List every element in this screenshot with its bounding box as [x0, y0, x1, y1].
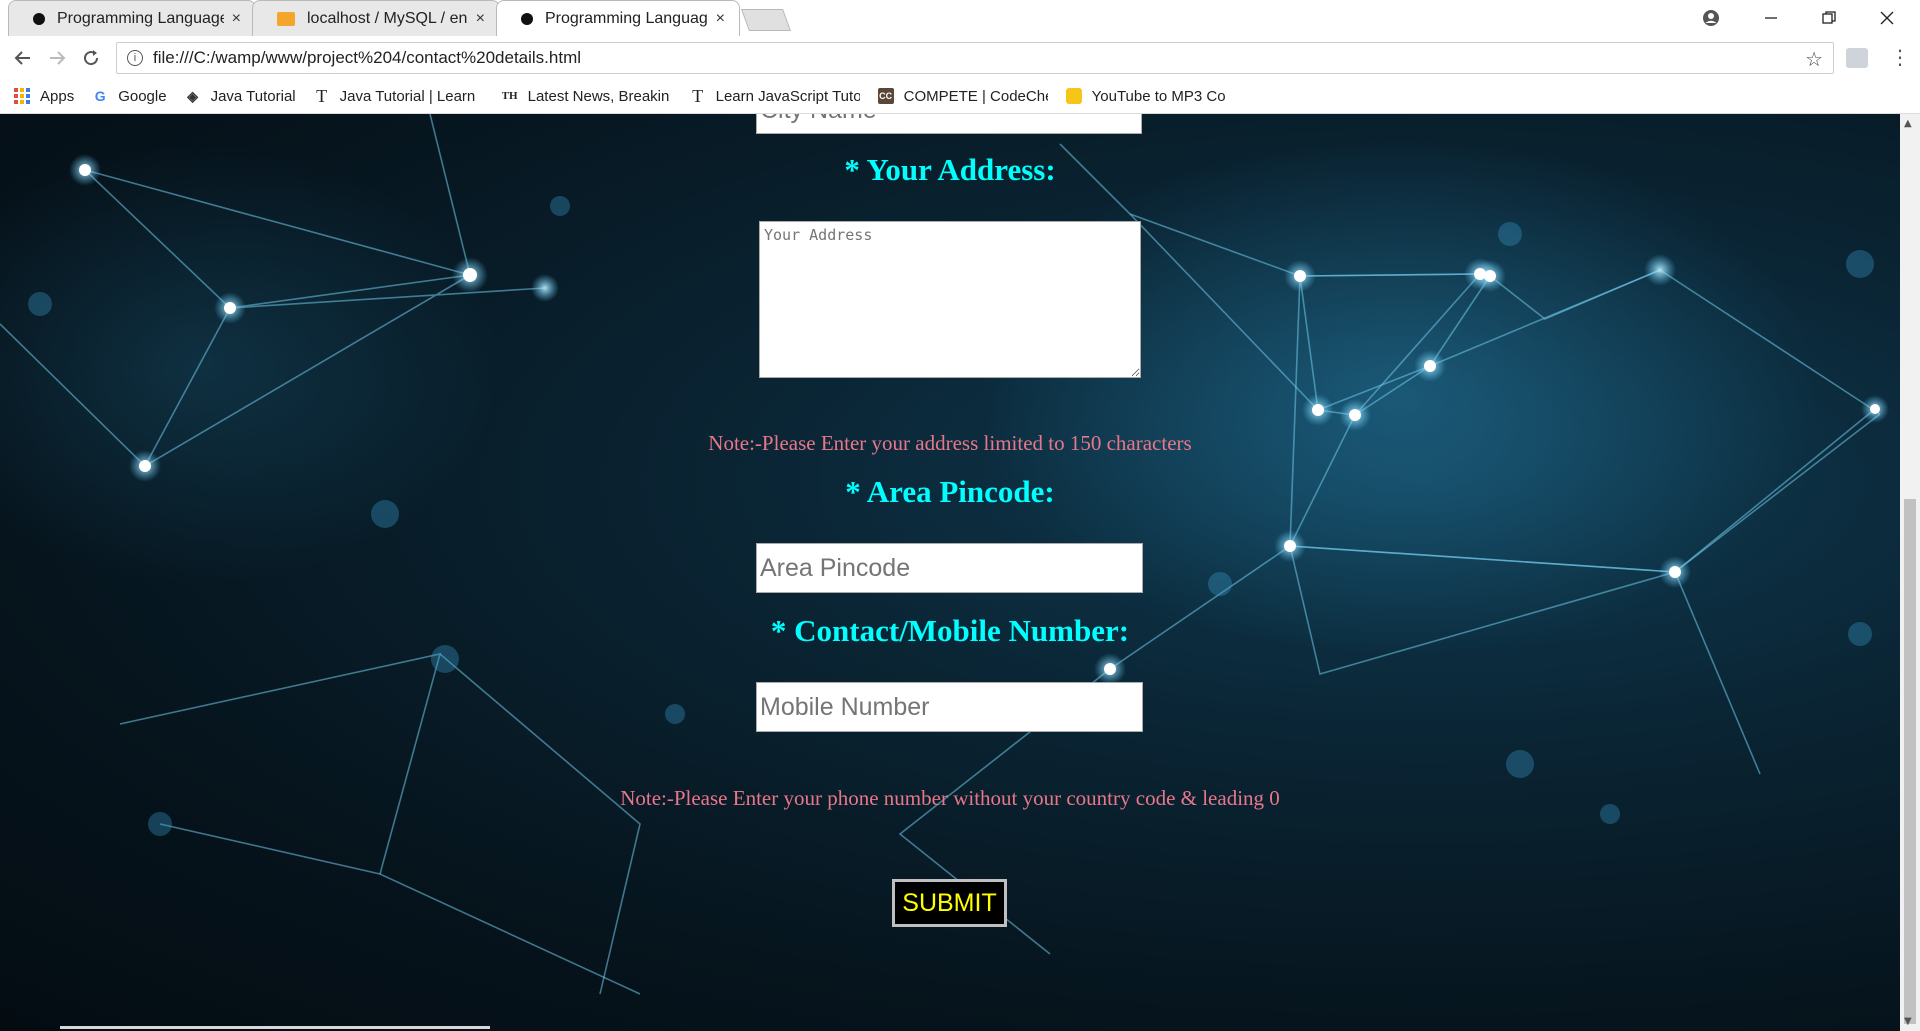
- info-icon[interactable]: i: [127, 50, 143, 66]
- vertical-scrollbar[interactable]: ▲ ▼: [1900, 114, 1920, 1031]
- page-viewport: * Your Address: Note:-Please Enter your …: [0, 114, 1900, 1031]
- tab-phpmyadmin[interactable]: localhost / MySQL / enro ×: [252, 0, 500, 36]
- tab-programming-languages-1[interactable]: Programming Languages ×: [8, 0, 256, 36]
- google-icon: G: [94, 88, 106, 104]
- bookmark-java-tutorial-learn[interactable]: T Java Tutorial | Learn: [314, 88, 484, 105]
- codechef-icon: CC: [877, 88, 894, 104]
- scroll-down-icon[interactable]: ▼: [1904, 1016, 1912, 1027]
- browser-toolbar: i file:///C:/wamp/www/project%204/contac…: [0, 37, 1920, 80]
- t-icon: T: [316, 87, 328, 105]
- city-name-input[interactable]: [756, 114, 1142, 134]
- bookmark-java-tutorial[interactable]: ◈ Java Tutorial: [185, 87, 296, 105]
- pincode-label: * Area Pincode:: [845, 474, 1055, 509]
- th-icon: TH: [501, 90, 518, 102]
- bookmark-apps[interactable]: Apps: [14, 88, 74, 105]
- java-diamond-icon: ◈: [187, 87, 198, 104]
- close-icon[interactable]: ×: [232, 10, 241, 28]
- address-label: * Your Address:: [844, 152, 1056, 187]
- bookmark-label: Learn JavaScript Tuto: [715, 87, 860, 105]
- bookmark-label: COMPETE | CodeChe: [903, 87, 1048, 105]
- phpmyadmin-icon: [277, 11, 295, 26]
- close-icon[interactable]: ×: [716, 10, 725, 28]
- tab-label: Programming Languages: [57, 9, 224, 27]
- tab-programming-languages-active[interactable]: Programming Languages ×: [496, 0, 740, 36]
- bookmark-learn-javascript[interactable]: T Learn JavaScript Tuto: [690, 88, 860, 105]
- pincode-input[interactable]: [756, 543, 1143, 593]
- apps-grid-icon: [14, 88, 30, 104]
- bookmark-star-icon[interactable]: ☆: [1805, 47, 1823, 72]
- close-window-icon[interactable]: [1858, 0, 1916, 36]
- pincode-field[interactable]: [757, 544, 1142, 592]
- address-field[interactable]: [760, 222, 1140, 377]
- tab-label: localhost / MySQL / enro: [307, 9, 468, 27]
- dot-icon: [521, 12, 533, 25]
- bookmark-label: Java Tutorial | Learn: [339, 87, 476, 105]
- bookmark-youtube-mp3[interactable]: YouTube to MP3 Co: [1065, 87, 1236, 105]
- close-icon[interactable]: ×: [476, 10, 485, 28]
- back-arrow-icon[interactable]: [8, 43, 38, 73]
- profile-icon[interactable]: [1682, 0, 1740, 36]
- mobile-input[interactable]: [756, 682, 1143, 732]
- submit-button[interactable]: SUBMIT: [892, 879, 1007, 927]
- bookmark-label: Apps: [40, 87, 75, 105]
- bookmark-label: Google: [118, 87, 167, 105]
- dot-icon: [33, 12, 45, 25]
- mobile-field[interactable]: [757, 683, 1142, 731]
- mobile-note: Note:-Please Enter your phone number wit…: [620, 786, 1280, 810]
- bookmark-latest-news[interactable]: TH Latest News, Breakin: [502, 88, 672, 105]
- bookmark-label: Latest News, Breakin: [527, 87, 670, 105]
- scroll-up-icon[interactable]: ▲: [1904, 118, 1912, 129]
- bookmarks-bar: Apps G Google ◈ Java Tutorial T Java Tut…: [0, 79, 1920, 114]
- t-icon: T: [692, 87, 704, 105]
- address-bar[interactable]: i file:///C:/wamp/www/project%204/contac…: [116, 42, 1834, 74]
- new-tab-button[interactable]: [740, 9, 792, 31]
- address-textarea[interactable]: [759, 221, 1141, 378]
- bookmark-google[interactable]: G Google: [92, 87, 167, 105]
- forward-arrow-icon[interactable]: [42, 43, 72, 73]
- scrollbar-thumb[interactable]: [1904, 499, 1916, 1024]
- extension-icon[interactable]: [1846, 48, 1868, 68]
- bookmark-codechef[interactable]: CC COMPETE | CodeChe: [877, 87, 1048, 105]
- address-note: Note:-Please Enter your address limited …: [708, 431, 1192, 455]
- city-name-field[interactable]: [757, 114, 1141, 133]
- horizontal-scrollbar[interactable]: [60, 1026, 490, 1029]
- mobile-label: * Contact/Mobile Number:: [770, 613, 1130, 648]
- bookmark-label: YouTube to MP3 Co: [1091, 87, 1226, 105]
- address-text[interactable]: file:///C:/wamp/www/project%204/contact%…: [153, 48, 581, 68]
- bookmark-label: Java Tutorial: [210, 87, 296, 105]
- tab-strip: Programming Languages × localhost / MySQ…: [0, 0, 1920, 37]
- menu-dots-icon[interactable]: ⋮: [1890, 45, 1910, 69]
- restore-icon[interactable]: [1800, 0, 1858, 36]
- ytmp3-icon: [1065, 88, 1082, 104]
- reload-icon[interactable]: [76, 43, 106, 73]
- minimize-icon[interactable]: [1742, 0, 1800, 36]
- tab-label: Programming Languages: [545, 9, 708, 27]
